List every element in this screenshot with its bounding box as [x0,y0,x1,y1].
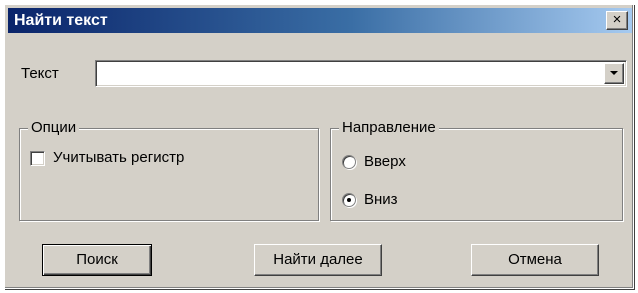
close-icon: × [612,11,622,28]
search-button[interactable]: Поиск [42,244,152,276]
match-case-label[interactable]: Учитывать регистр [53,149,184,166]
close-button[interactable]: × [606,11,628,30]
dropdown-button[interactable] [604,63,624,84]
options-legend: Опции [28,119,80,136]
direction-up-radio[interactable] [342,155,356,169]
dialog-title: Найти текст [14,12,108,29]
direction-up-label[interactable]: Вверх [364,153,406,170]
direction-legend: Направление [339,119,439,136]
find-next-button[interactable]: Найти далее [254,244,382,276]
direction-down-label[interactable]: Вниз [364,191,398,208]
options-group: Опции Учитывать регистр [19,119,319,221]
cancel-button[interactable]: Отмена [471,244,599,276]
search-input[interactable] [99,64,603,83]
match-case-checkbox[interactable] [30,151,45,166]
chevron-down-icon [610,71,618,75]
search-label: Текст [21,65,59,82]
search-combobox[interactable] [95,60,627,87]
title-bar[interactable]: Найти текст × [8,8,632,33]
direction-group: Направление Вверх Вниз [330,119,623,221]
direction-down-radio[interactable] [342,193,356,207]
find-text-dialog: Найти текст × Текст Опции Учитывать реги… [4,4,634,289]
